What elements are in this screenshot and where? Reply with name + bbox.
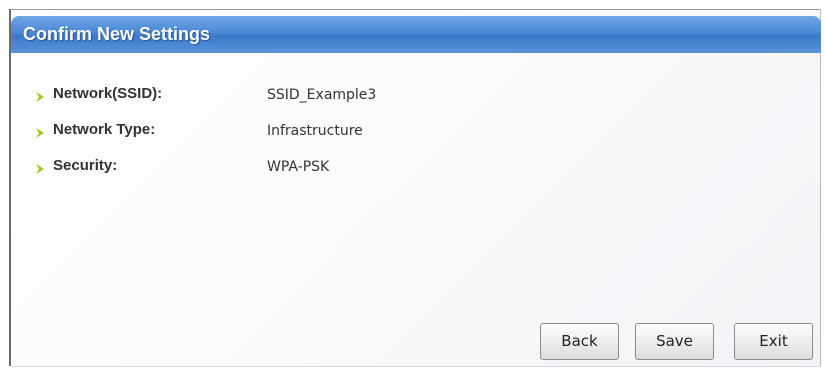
save-button[interactable]: Save bbox=[635, 323, 714, 360]
bottom-divider bbox=[11, 366, 821, 367]
setting-value: WPA-PSK bbox=[267, 159, 330, 175]
title-bar: Confirm New Settings bbox=[11, 16, 821, 53]
setting-row-network-ssid: Network(SSID): SSID_Example3 bbox=[34, 84, 534, 106]
chevron-right-icon bbox=[34, 162, 46, 174]
chevron-right-icon bbox=[34, 90, 46, 102]
setting-label: Network Type: bbox=[53, 121, 156, 138]
back-button[interactable]: Back bbox=[540, 323, 619, 360]
setting-value: Infrastructure bbox=[267, 123, 363, 139]
setting-row-security: Security: WPA-PSK bbox=[34, 156, 534, 178]
setting-label: Security: bbox=[53, 157, 118, 174]
window-title: Confirm New Settings bbox=[23, 24, 211, 44]
setting-row-network-type: Network Type: Infrastructure bbox=[34, 120, 534, 142]
confirm-settings-window: Confirm New Settings Network(SSID): SSID… bbox=[9, 9, 821, 367]
setting-label: Network(SSID): bbox=[53, 85, 163, 102]
setting-value: SSID_Example3 bbox=[267, 87, 377, 103]
exit-button[interactable]: Exit bbox=[734, 323, 813, 360]
chevron-right-icon bbox=[34, 126, 46, 138]
